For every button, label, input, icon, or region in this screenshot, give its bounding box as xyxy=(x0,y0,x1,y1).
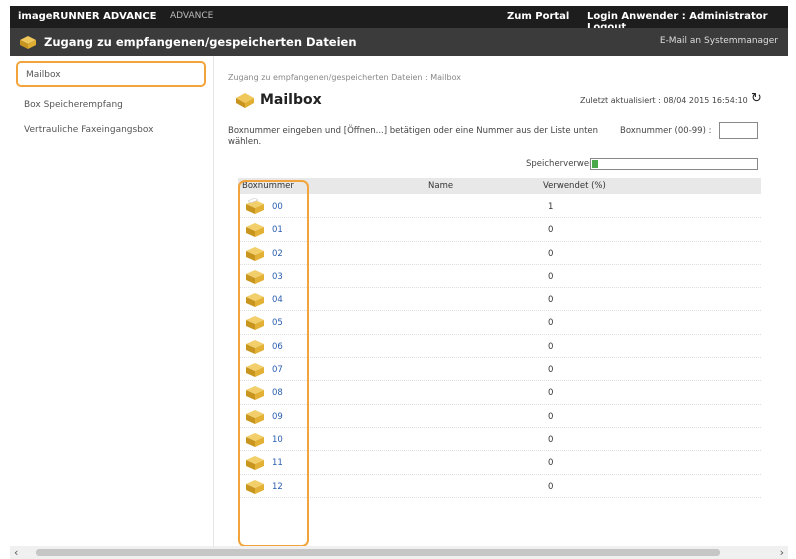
boxno-input[interactable] xyxy=(719,122,758,139)
used-percent: 0 xyxy=(548,225,554,236)
boxno-link[interactable]: 07 xyxy=(272,365,283,375)
table-row: 03 0 xyxy=(238,265,761,289)
horizontal-scrollbar[interactable]: ‹ › xyxy=(10,546,788,559)
mailbox-icon[interactable] xyxy=(244,478,266,499)
breadcrumb: Zugang zu empfangenen/gespeicherten Date… xyxy=(228,73,461,82)
boxno-link[interactable]: 02 xyxy=(272,249,283,259)
table-row: 08 0 xyxy=(238,381,761,405)
col-used: Verwendet (%) xyxy=(543,181,606,191)
boxno-link[interactable]: 00 xyxy=(272,202,283,212)
boxno-link[interactable]: 05 xyxy=(272,318,283,328)
portal-link[interactable]: Zum Portal xyxy=(507,11,569,22)
sidebar-item-label: Box Speicherempfang xyxy=(24,100,123,110)
sidebar-item-vertrauliche-faxeingangsbox[interactable]: Vertrauliche Faxeingangsbox xyxy=(16,120,206,140)
used-percent: 0 xyxy=(548,481,554,492)
storage-bar xyxy=(590,158,758,170)
table-row: 00 1 xyxy=(238,195,761,219)
sidebar-item-box-speicherempfang[interactable]: Box Speicherempfang xyxy=(16,95,206,115)
table-row: 01 0 xyxy=(238,218,761,242)
used-percent: 0 xyxy=(548,365,554,376)
top-bar: imageRUNNER ADVANCE ADVANCE Zum Portal L… xyxy=(10,6,788,33)
mailbox-icon xyxy=(18,34,38,54)
table-row: 02 0 xyxy=(238,242,761,265)
used-percent: 0 xyxy=(548,248,554,259)
device-name: ADVANCE xyxy=(170,11,214,21)
brand-name: imageRUNNER ADVANCE xyxy=(18,11,157,22)
used-percent: 1 xyxy=(548,202,554,212)
boxno-link[interactable]: 10 xyxy=(272,435,283,445)
mailbox-icon[interactable] xyxy=(244,314,266,335)
last-updated: Zuletzt aktualisiert : 08/04 2015 16:54:… xyxy=(580,96,748,105)
boxno-link[interactable]: 01 xyxy=(272,225,283,235)
sidebar-item-mailbox[interactable]: Mailbox xyxy=(16,61,206,87)
boxno-link[interactable]: 08 xyxy=(272,388,283,398)
boxno-link[interactable]: 03 xyxy=(272,272,283,282)
instruction-text: Boxnummer eingeben und [Öffnen...] betät… xyxy=(228,126,599,147)
title-bar: Zugang zu empfangenen/gespeicherten Date… xyxy=(10,28,788,56)
boxno-link[interactable]: 04 xyxy=(272,295,283,305)
col-name: Name xyxy=(428,181,454,191)
page-title: Zugang zu empfangenen/gespeicherten Date… xyxy=(44,35,357,49)
boxno-link[interactable]: 12 xyxy=(272,482,283,492)
table-row: 04 0 xyxy=(238,288,761,312)
mailbox-icon[interactable] xyxy=(244,291,266,312)
table-row: 10 0 xyxy=(238,428,761,452)
used-percent: 0 xyxy=(548,411,554,422)
scroll-left-arrow-icon[interactable]: ‹ xyxy=(14,546,18,559)
table-row: 06 0 xyxy=(238,335,761,359)
used-percent: 0 xyxy=(548,295,554,306)
table-row: 05 0 xyxy=(238,311,761,335)
mailbox-icon[interactable] xyxy=(244,245,266,266)
boxno-link[interactable]: 09 xyxy=(272,412,283,422)
section-heading: Mailbox xyxy=(260,92,322,108)
mailbox-icon[interactable] xyxy=(244,431,266,452)
used-percent: 0 xyxy=(548,318,554,329)
storage-fill xyxy=(592,160,598,168)
scroll-thumb[interactable] xyxy=(36,549,720,556)
sidebar: Mailbox Box Speicherempfang Vertrauliche… xyxy=(10,56,214,546)
used-percent: 0 xyxy=(548,458,554,469)
table-header: Boxnummer Name Verwendet (%) xyxy=(238,178,761,194)
box-list: 00 1 01 0 02 0 03 0 04 0 05 0 06 0 07 0 08 0 09 0 10 0 11 0 12 0 xyxy=(238,195,761,498)
refresh-icon[interactable]: ↻ xyxy=(751,91,762,106)
table-row: 07 0 xyxy=(238,358,761,382)
mailbox-icon[interactable] xyxy=(244,197,266,219)
boxno-link[interactable]: 06 xyxy=(272,342,283,352)
sidebar-item-label: Vertrauliche Faxeingangsbox xyxy=(24,125,154,135)
main-panel: Zugang zu empfangenen/gespeicherten Date… xyxy=(216,56,788,546)
table-row: 09 0 xyxy=(238,405,761,428)
mailbox-icon[interactable] xyxy=(244,361,266,382)
used-percent: 0 xyxy=(548,388,554,399)
sidebar-item-label: Mailbox xyxy=(26,70,61,80)
mailbox-icon[interactable] xyxy=(244,384,266,405)
scroll-right-arrow-icon[interactable]: › xyxy=(780,546,784,559)
mailbox-icon[interactable] xyxy=(244,408,266,429)
mailbox-icon[interactable] xyxy=(244,268,266,289)
email-admin-link[interactable]: E-Mail an Systemmanager xyxy=(660,36,778,46)
col-boxno[interactable]: Boxnummer xyxy=(242,181,294,191)
mailbox-icon[interactable] xyxy=(244,338,266,359)
boxno-label: Boxnummer (00-99) : xyxy=(620,126,712,136)
mailbox-icon[interactable] xyxy=(244,221,266,242)
mailbox-icon[interactable] xyxy=(244,454,266,475)
boxno-link[interactable]: 11 xyxy=(272,458,283,468)
used-percent: 0 xyxy=(548,434,554,445)
used-percent: 0 xyxy=(548,341,554,352)
used-percent: 0 xyxy=(548,271,554,282)
table-row: 11 0 xyxy=(238,451,761,475)
table-row: 12 0 xyxy=(238,475,761,498)
mailbox-icon xyxy=(234,91,256,113)
